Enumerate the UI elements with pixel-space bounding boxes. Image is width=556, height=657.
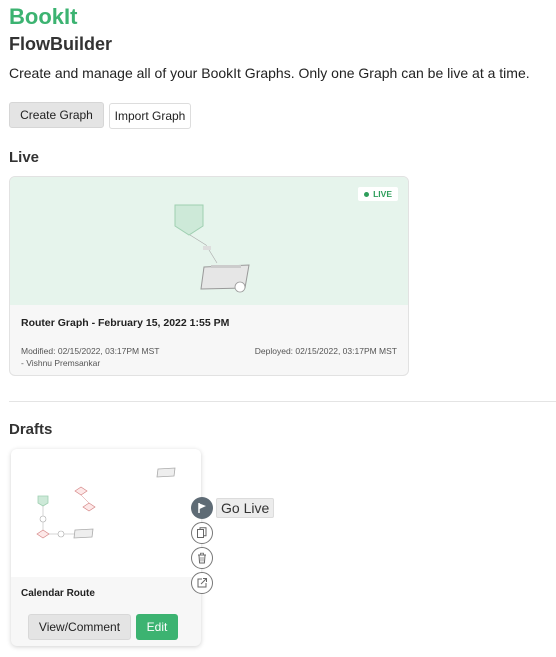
brand-logo: BookIt bbox=[9, 4, 78, 29]
graph-start-node bbox=[174, 204, 204, 236]
export-icon bbox=[197, 578, 207, 588]
graph-node bbox=[156, 467, 176, 478]
draft-graph-thumbnail bbox=[36, 467, 176, 539]
export-button[interactable] bbox=[191, 572, 213, 594]
live-graph-name: Router Graph - February 15, 2022 1:55 PM bbox=[21, 317, 230, 329]
view-comment-button[interactable]: View/Comment bbox=[28, 614, 131, 640]
import-graph-button[interactable]: Import Graph bbox=[109, 103, 191, 129]
graph-start-node bbox=[37, 495, 49, 507]
live-section-title: Live bbox=[9, 149, 40, 166]
delete-icon bbox=[198, 552, 206, 564]
graph-edge bbox=[189, 234, 207, 246]
go-live-button[interactable] bbox=[191, 497, 213, 519]
live-author: - Vishnu Premsankar bbox=[21, 358, 101, 368]
live-deployed-date: Deployed: 02/15/2022, 03:17PM MST bbox=[254, 346, 397, 356]
graph-decision-node bbox=[74, 486, 88, 496]
graph-edge-label bbox=[203, 246, 211, 250]
graph-edge bbox=[80, 494, 90, 504]
page-subtitle: Create and manage all of your BookIt Gra… bbox=[9, 65, 530, 81]
go-live-icon bbox=[198, 503, 206, 513]
live-badge-label: LIVE bbox=[373, 189, 392, 199]
draft-name: Calendar Route bbox=[21, 588, 95, 599]
live-graph-thumbnail bbox=[174, 204, 250, 293]
graph-decision-node bbox=[36, 529, 50, 539]
draft-graph-preview[interactable] bbox=[11, 449, 201, 577]
delete-button[interactable] bbox=[191, 547, 213, 569]
live-graph-card[interactable]: LIVE Router Graph - February 15, 2022 1:… bbox=[9, 176, 409, 376]
graph-node bbox=[73, 528, 94, 539]
live-graph-preview[interactable]: LIVE bbox=[10, 177, 408, 305]
graph-node-port bbox=[234, 281, 246, 293]
graph-node bbox=[39, 515, 47, 523]
draft-card[interactable]: Calendar Route View/Comment Edit bbox=[11, 449, 201, 646]
page-title: FlowBuilder bbox=[9, 34, 112, 54]
edit-button[interactable]: Edit bbox=[136, 614, 178, 640]
graph-router-node-header bbox=[211, 265, 241, 268]
graph-decision-node bbox=[82, 502, 96, 512]
go-live-tooltip: Go Live bbox=[216, 498, 275, 518]
live-status-badge: LIVE bbox=[358, 187, 398, 201]
copy-icon bbox=[197, 527, 207, 538]
duplicate-button[interactable] bbox=[191, 522, 213, 544]
section-divider bbox=[9, 401, 556, 402]
live-dot-icon bbox=[364, 191, 370, 197]
live-modified-date: Modified: 02/15/2022, 03:17PM MST bbox=[21, 346, 160, 356]
create-graph-button[interactable]: Create Graph bbox=[9, 102, 104, 128]
drafts-section-title: Drafts bbox=[9, 421, 53, 438]
graph-node bbox=[57, 530, 65, 538]
